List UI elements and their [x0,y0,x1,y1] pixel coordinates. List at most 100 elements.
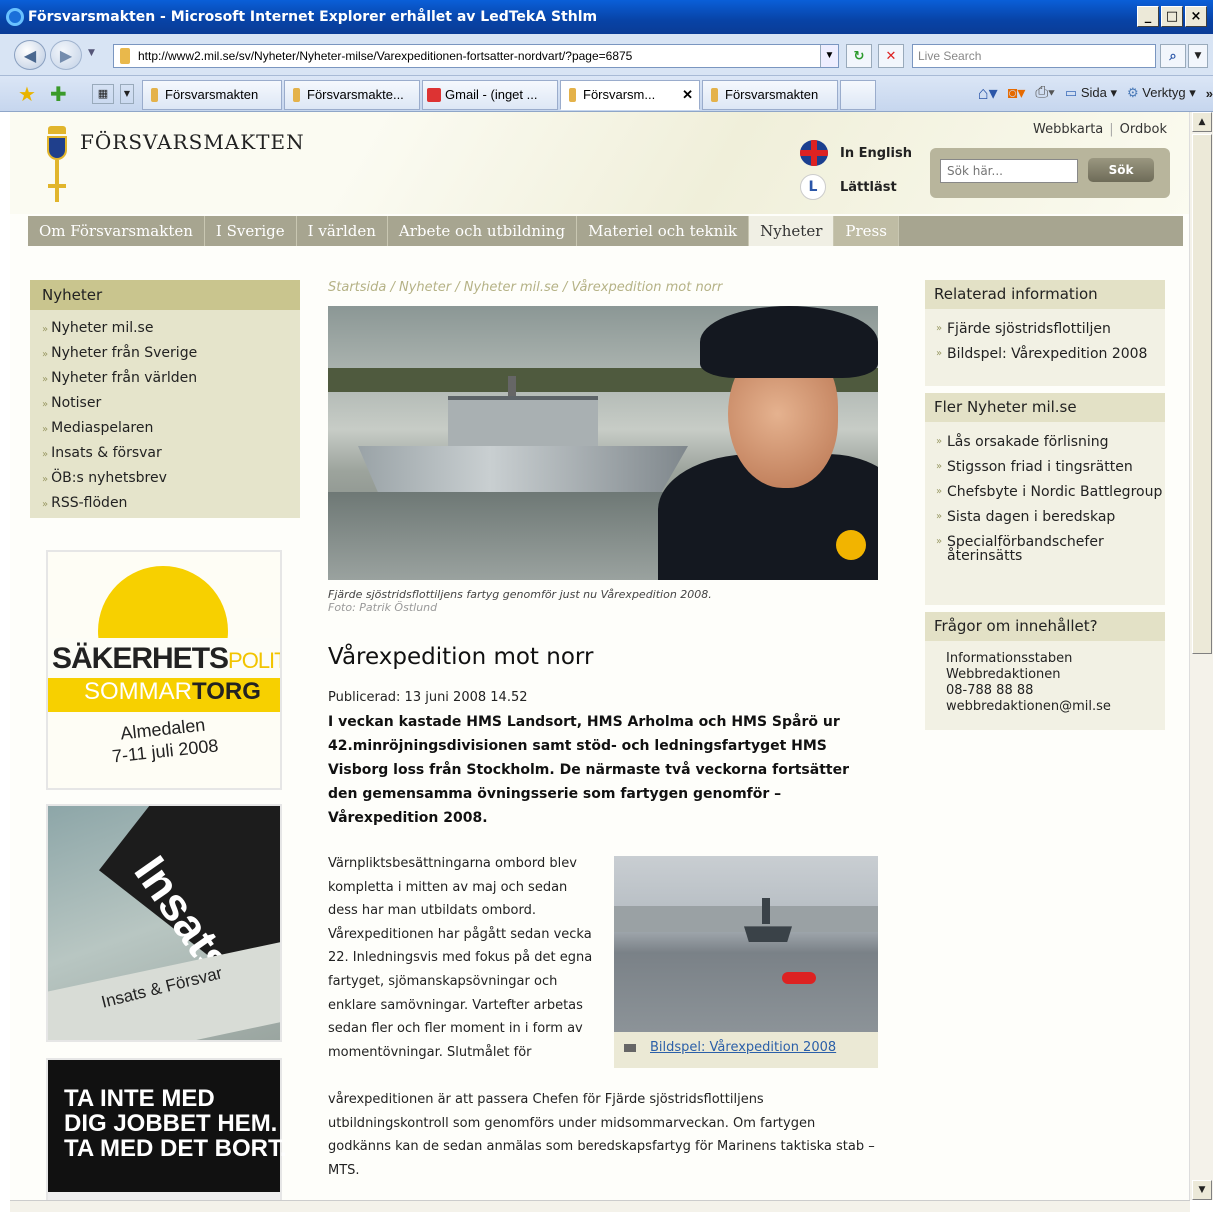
left-menu: Nyheter Nyheter mil.se Nyheter från Sver… [30,280,300,518]
nav-i-sverige[interactable]: I Sverige [205,216,297,246]
address-url: http://www2.mil.se/sv/Nyheter/Nyheter-mi… [138,49,633,63]
site-search: Sök [930,148,1170,198]
related-link[interactable]: Bildspel: Vårexpedition 2008 [933,342,1165,367]
tab-5[interactable]: Försvarsmakten [702,80,838,110]
close-tab-icon[interactable]: ✕ [682,81,693,109]
tab-list-icon[interactable]: ▼ [120,84,134,104]
chevron-more-icon[interactable]: » [1206,86,1213,101]
more-news-box: Fler Nyheter mil.se Lås orsakade förlisn… [925,393,1165,605]
banner-sakerhetspolitiskt-sommartorg[interactable]: SÄKERHETSPOLITISKT SOMMARTORG Almedalen7… [46,550,282,790]
tab-gmail[interactable]: Gmail - (inget ... [422,80,558,110]
scroll-down-icon[interactable]: ▼ [1192,1180,1212,1200]
feeds-icon[interactable]: ◙▾ [1008,83,1026,103]
nav-nyheter[interactable]: Nyheter [749,216,835,246]
uk-flag-icon [800,140,828,166]
quick-tabs-icon[interactable]: ▦ [92,84,114,104]
tab-2[interactable]: Försvarsmakte... [284,80,420,110]
left-menu-title: Nyheter [30,280,300,310]
live-search-input[interactable]: Live Search [912,44,1156,68]
address-input[interactable]: http://www2.mil.se/sv/Nyheter/Nyheter-mi… [113,44,839,68]
slideshow-link[interactable]: Bildspel: Vårexpedition 2008 [624,1040,836,1055]
tab-active[interactable]: Försvarsm... ✕ [560,80,700,110]
left-menu-item[interactable]: Notiser [30,391,300,416]
article-body-paragraph: vårexpeditionen är att passera Chefen fö… [328,1092,875,1178]
scroll-up-icon[interactable]: ▲ [1192,112,1212,132]
related-info-title: Relaterad information [925,280,1165,309]
minimize-button[interactable]: _ [1137,6,1159,27]
add-favorite-icon[interactable]: ✚ [50,82,67,106]
new-tab-button[interactable] [840,80,876,110]
banner-subtitle: POLITISKT [228,648,280,673]
search-options-icon[interactable]: ▼ [1188,44,1208,68]
left-menu-item[interactable]: ÖB:s nyhetsbrev [30,466,300,491]
search-icon[interactable]: ⌕ [1160,44,1186,68]
language-links: In English L Lättläst [800,140,912,208]
questions-box: Frågor om innehållet? Informationsstaben… [925,612,1165,730]
gmail-icon [427,88,441,102]
history-dropdown-icon[interactable]: ▼ [88,48,95,58]
left-menu-item[interactable]: Nyheter från världen [30,366,300,391]
site-search-input[interactable] [940,159,1078,183]
left-menu-item[interactable]: Insats & försvar [30,441,300,466]
scroll-thumb[interactable] [1192,134,1212,654]
address-toolbar: ◀ ▶ ▼ http://www2.mil.se/sv/Nyheter/Nyhe… [0,34,1213,76]
more-news-link[interactable]: Stigsson friad i tingsrätten [933,455,1165,480]
horizontal-scrollbar[interactable] [10,1200,1190,1212]
nav-materiel-och-teknik[interactable]: Materiel och teknik [577,216,750,246]
tools-menu[interactable]: ⚙ Verktyg ▾ [1127,85,1196,101]
banner-insats-forsvar[interactable]: Insats Insats & Försvar [46,804,282,1042]
home-icon[interactable]: ⌂▾ [978,83,998,104]
english-link[interactable]: In English [800,140,912,166]
hero-caption: Fjärde sjöstridsflottiljens fartyg genom… [328,588,712,614]
related-link[interactable]: Fjärde sjöstridsflottiljen [933,317,1165,342]
tab-favicon-icon [151,88,158,102]
more-news-link[interactable]: Chefsbyte i Nordic Battlegroup [933,480,1165,505]
nav-om-forsvarsmakten[interactable]: Om Försvarsmakten [28,216,205,246]
caption-text: Fjärde sjöstridsflottiljens fartyg genom… [328,588,712,601]
contact-email[interactable]: webbredaktionen@mil.se [946,699,1165,715]
vertical-scrollbar[interactable]: ▲ ▼ [1189,112,1213,1200]
page-menu[interactable]: ▭ Sida ▾ [1065,85,1117,101]
contact-org: Informationsstaben [946,651,1073,666]
more-news-link[interactable]: Sista dagen i beredskap [933,505,1165,530]
left-menu-item[interactable]: Nyheter från Sverige [30,341,300,366]
nav-i-varlden[interactable]: I världen [297,216,388,246]
refresh-button[interactable]: ↻ [846,44,872,68]
left-menu-item[interactable]: Mediaspelaren [30,416,300,441]
maximize-button[interactable]: □ [1161,6,1183,27]
main-navigation: Om Försvarsmakten I Sverige I världen Ar… [28,216,1183,246]
published-date: Publicerad: 13 juni 2008 14.52 [328,690,528,705]
ie-logo-icon [6,8,24,26]
print-icon[interactable]: ⎙▾ [1035,84,1055,102]
contact-dept: Webbredaktionen [946,667,1061,682]
gear-icon: ⚙ [1126,85,1139,100]
stop-button[interactable]: ✕ [878,44,904,68]
back-button[interactable]: ◀ [14,40,46,70]
left-menu-item[interactable]: RSS-flöden [30,491,300,516]
slideshow-image[interactable] [614,856,878,1032]
camera-icon [624,1043,636,1052]
more-news-link[interactable]: Lås orsakade förlisning [933,430,1165,455]
left-menu-item[interactable]: Nyheter mil.se [30,316,300,341]
easy-read-icon: L [800,174,826,200]
more-news-link[interactable]: Specialförbandschefer återinsätts [933,530,1165,569]
address-dropdown-icon[interactable]: ▼ [820,45,838,67]
dictionary-link[interactable]: Ordbok [1120,122,1167,137]
article-ingress: I veckan kastade HMS Landsort, HMS Arhol… [328,714,849,826]
easy-read-link[interactable]: L Lättläst [800,174,912,200]
favorites-star-icon[interactable]: ★ [18,82,36,106]
tab-1[interactable]: Försvarsmakten [142,80,282,110]
web-page: FÖRSVARSMAKTEN Webbkarta | Ordbok In Engli… [10,112,1189,1200]
article-figure: Bildspel: Vårexpedition 2008 [614,856,878,1068]
breadcrumb[interactable]: Startsida / Nyheter / Nyheter mil.se / V… [328,280,722,295]
close-window-button[interactable]: × [1185,6,1207,27]
nav-press[interactable]: Press [834,216,899,246]
forward-button[interactable]: ▶ [50,40,82,70]
nav-arbete-och-utbildning[interactable]: Arbete och utbildning [388,216,578,246]
sitemap-link[interactable]: Webbkarta [1033,122,1103,137]
banner-title: SÄKERHETS [52,642,229,675]
banner-ta-med-jobbet[interactable]: TA INTE MED DIG JOBBET HEM. TA MED DET B… [46,1058,287,1200]
site-search-button[interactable]: Sök [1088,158,1154,182]
questions-title: Frågor om innehållet? [925,612,1165,641]
site-logo[interactable]: FÖRSVARSMAKTEN [44,122,305,202]
